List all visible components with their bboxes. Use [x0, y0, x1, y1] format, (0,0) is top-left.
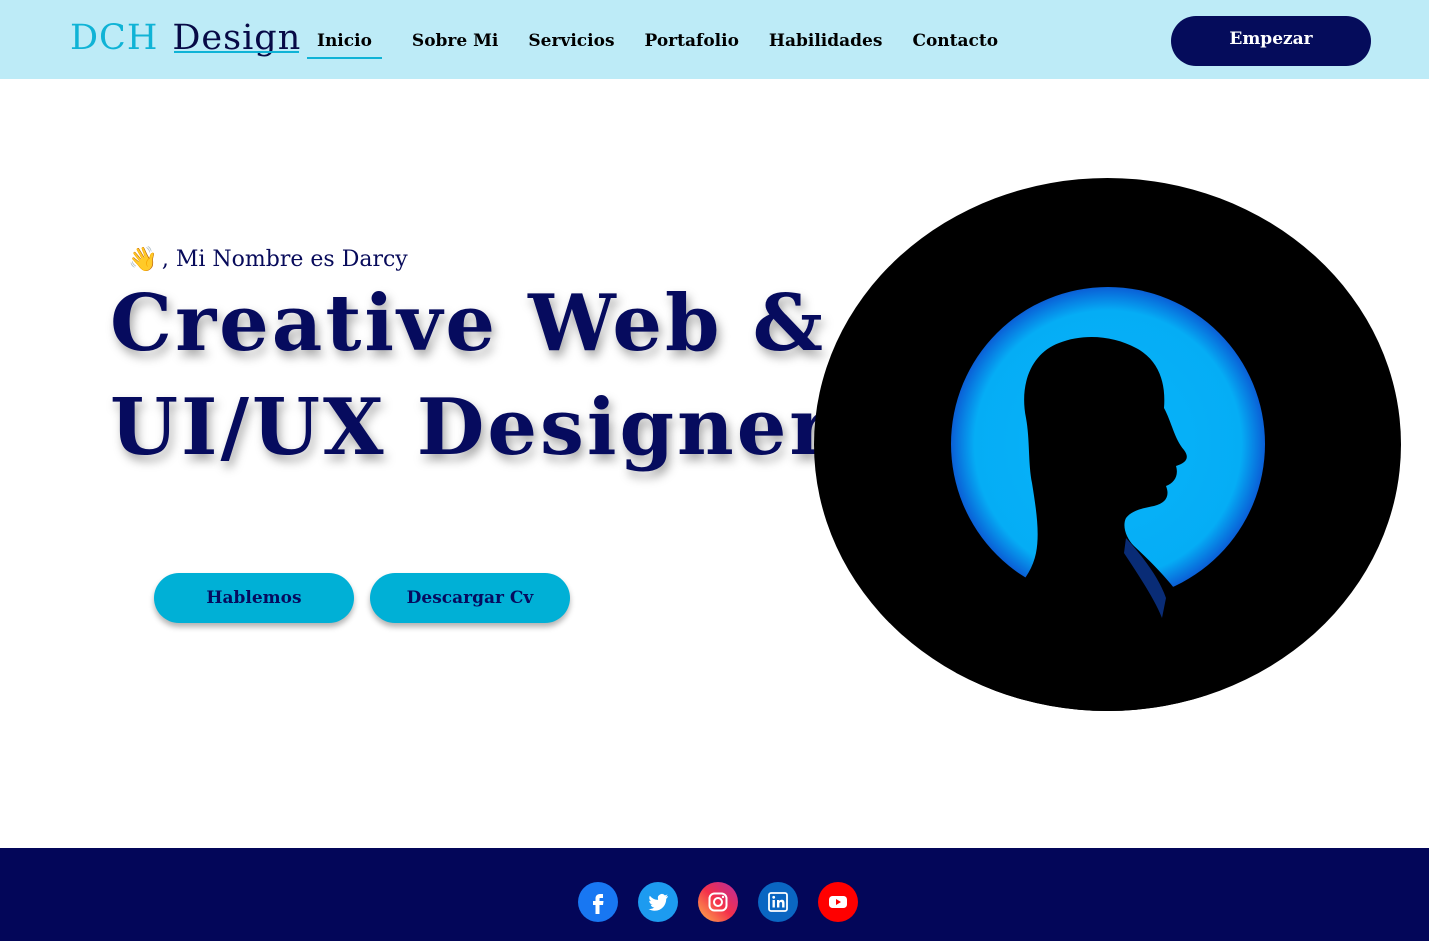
headline-line-2: UI/UX Designer.: [110, 382, 857, 473]
twitter-icon[interactable]: [638, 882, 678, 922]
social-links: [578, 882, 858, 922]
profile-portrait: [814, 178, 1401, 711]
youtube-icon[interactable]: [818, 882, 858, 922]
linkedin-icon[interactable]: [758, 882, 798, 922]
facebook-icon[interactable]: [578, 882, 618, 922]
greeting-text: , Mi Nombre es Darcy: [161, 246, 408, 272]
nav-sobre-mi[interactable]: Sobre Mi: [412, 31, 498, 51]
silhouette-image: [944, 287, 1265, 711]
logo-dch: DCH: [70, 18, 159, 58]
descargar-cv-button[interactable]: Descargar Cv: [370, 573, 570, 623]
greeting: 👋 , Mi Nombre es Darcy: [128, 245, 408, 273]
hablemos-button[interactable]: Hablemos: [154, 573, 354, 623]
nav-contacto[interactable]: Contacto: [912, 31, 998, 51]
site-logo[interactable]: DCH Design: [70, 18, 301, 58]
instagram-icon[interactable]: [698, 882, 738, 922]
nav-habilidades[interactable]: Habilidades: [769, 31, 883, 51]
nav-portafolio[interactable]: Portafolio: [645, 31, 739, 51]
hero-headline: Creative Web & UI/UX Designer.: [110, 272, 856, 480]
nav-inicio[interactable]: Inicio: [307, 31, 382, 59]
headline-line-1: Creative Web &: [110, 278, 827, 369]
waving-hand-icon: 👋: [128, 245, 158, 273]
main-nav: Inicio Sobre Mi Servicios Portafolio Hab…: [307, 31, 1028, 59]
top-header: DCH Design Inicio Sobre Mi Servicios Por…: [0, 0, 1429, 79]
nav-servicios[interactable]: Servicios: [528, 31, 614, 51]
empezar-button[interactable]: Empezar: [1171, 16, 1371, 66]
logo-design: Design: [172, 18, 302, 58]
